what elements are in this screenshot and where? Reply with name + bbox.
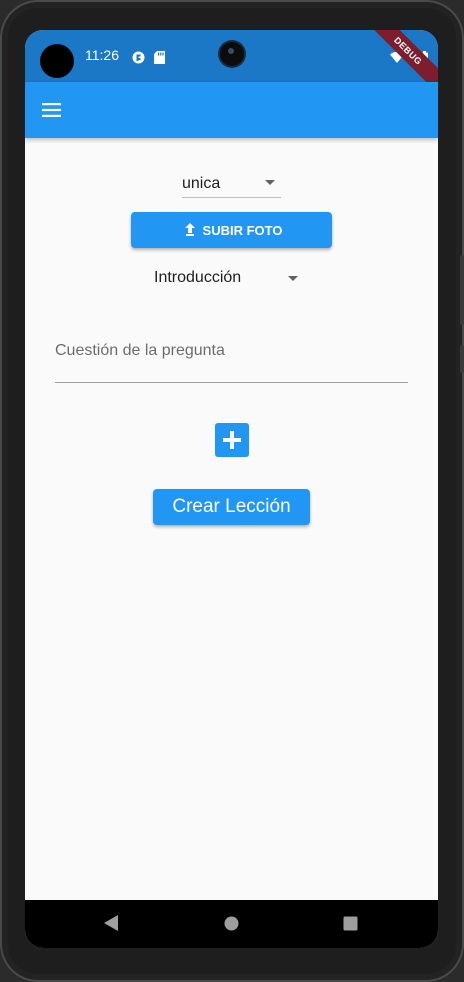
camera-cutout <box>40 44 74 78</box>
section-dropdown[interactable]: Introducción <box>154 266 304 290</box>
back-triangle-icon[interactable] <box>103 914 119 936</box>
front-camera <box>220 42 244 66</box>
question-type-dropdown[interactable]: unica <box>182 168 281 198</box>
app-screen: 11:26 DEBUG unica SUBIR FOTO Introducció… <box>25 30 438 948</box>
sd-card-icon <box>154 49 165 68</box>
section-value: Introducción <box>154 269 242 286</box>
recents-square-icon[interactable] <box>343 916 358 935</box>
app-bar <box>25 82 438 138</box>
dropdown-arrow-icon <box>288 275 298 281</box>
menu-button[interactable] <box>35 94 67 126</box>
notification-app-icon <box>132 49 145 68</box>
navigation-bar <box>25 900 438 948</box>
phone-frame: 11:26 DEBUG unica SUBIR FOTO Introducció… <box>0 0 464 982</box>
create-lesson-button[interactable]: Crear Lección <box>153 489 310 525</box>
add-box-icon <box>223 431 241 449</box>
status-time: 11:26 <box>85 47 119 63</box>
add-question-button[interactable] <box>215 423 249 457</box>
dropdown-arrow-icon <box>265 180 275 185</box>
question-field-placeholder: Cuestión de la pregunta <box>55 342 225 359</box>
hamburger-menu-icon <box>42 103 61 117</box>
upload-photo-label: SUBIR FOTO <box>202 222 283 238</box>
create-lesson-label: Crear Lección <box>172 496 291 517</box>
upload-photo-button[interactable]: SUBIR FOTO <box>131 212 332 248</box>
question-text-field[interactable]: Cuestión de la pregunta <box>55 330 408 383</box>
home-circle-icon[interactable] <box>224 916 239 935</box>
status-bar: 11:26 DEBUG <box>25 30 438 100</box>
question-type-value: unica <box>182 174 221 192</box>
power-button <box>460 345 464 373</box>
upload-icon <box>184 223 195 236</box>
volume-button <box>460 255 464 325</box>
